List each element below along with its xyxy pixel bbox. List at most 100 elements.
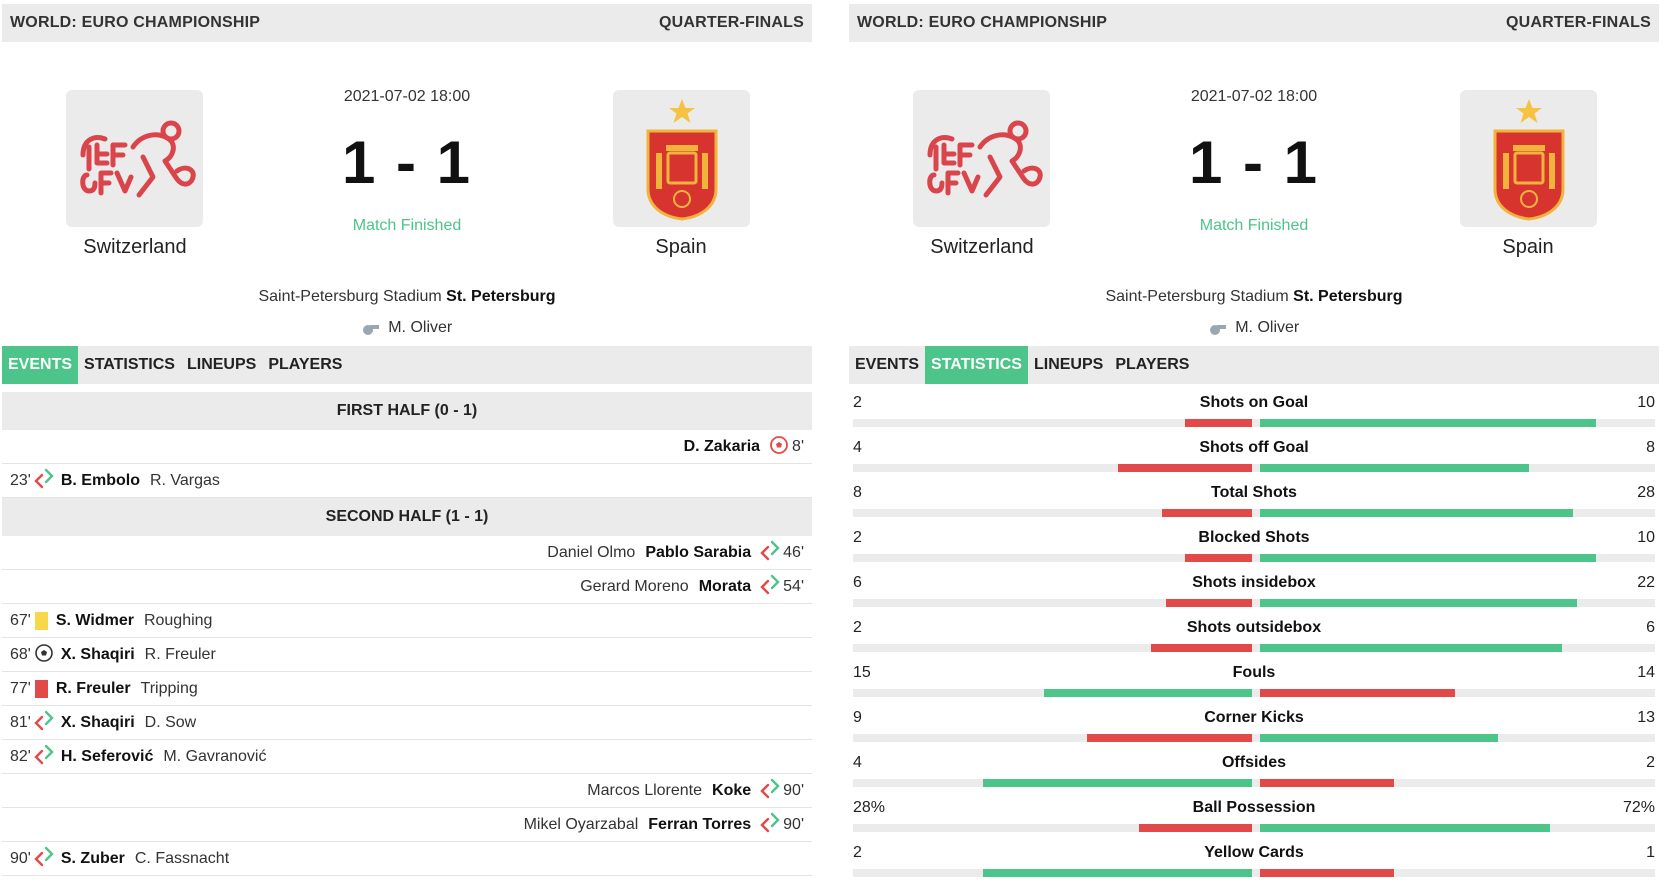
substitution-icon — [31, 467, 57, 494]
stat-name: Shots off Goal — [1199, 439, 1309, 456]
stat-bar-away — [1260, 554, 1596, 562]
stat-bar-home — [1139, 824, 1252, 832]
spain-rfef-crest-icon — [1493, 98, 1564, 221]
event-player: X. Shaqiri — [60, 645, 135, 663]
match-score: 1 - 1 — [1188, 129, 1320, 196]
stat-bar-home — [1184, 554, 1252, 562]
event-row[interactable]: Gerard Moreno Morata 54' — [2, 570, 812, 604]
competition-header: WORLD: EURO CHAMPIONSHIP QUARTER-FINALS — [2, 4, 812, 42]
event-detail: D. Sow — [144, 713, 197, 731]
event-player: Ferran Torres — [648, 815, 752, 833]
stat-away-value: 2 — [1646, 754, 1655, 771]
stat-bar-track — [853, 689, 1655, 697]
stat-name: Corner Kicks — [1204, 709, 1304, 726]
stat-row: 28% Ball Possession 72% — [849, 793, 1659, 838]
substitution-icon — [31, 709, 57, 736]
round-name: QUARTER-FINALS — [1505, 14, 1651, 31]
event-detail: Mikel Oyarzabal — [523, 815, 639, 833]
event-player: S. Zuber — [60, 849, 125, 867]
stat-name: Yellow Cards — [1204, 844, 1304, 861]
away-team-logo[interactable] — [1460, 90, 1597, 227]
away-team-name[interactable]: Spain — [1418, 236, 1638, 259]
event-player: D. Zakaria — [683, 437, 761, 455]
event-row[interactable]: Daniel Olmo Pablo Sarabia 46' — [2, 536, 812, 570]
event-row[interactable]: 77' R. Freuler Tripping — [2, 672, 812, 706]
stat-bar-home — [1165, 599, 1252, 607]
home-team-name[interactable]: Switzerland — [25, 236, 245, 259]
event-detail: C. Fassnacht — [134, 849, 230, 867]
stat-row: 4 Shots off Goal 8 — [849, 433, 1659, 478]
event-row[interactable]: Marcos Llorente Koke 90' — [2, 774, 812, 808]
stat-bar-track — [853, 734, 1655, 742]
stat-away-value: 72% — [1622, 799, 1655, 816]
match-status: Match Finished — [352, 217, 462, 234]
event-minute: 54' — [783, 577, 804, 595]
match-datetime: 2021-07-02 18:00 — [1190, 88, 1318, 105]
event-row[interactable]: 23' B. Embolo R. Vargas — [2, 464, 812, 498]
stat-name: Shots outsidebox — [1186, 619, 1322, 636]
stat-bar-away — [1260, 824, 1551, 832]
stat-row: 9 Corner Kicks 13 — [849, 703, 1659, 748]
spain-rfef-crest-icon — [646, 98, 717, 221]
stat-name: Ball Possession — [1192, 799, 1316, 816]
tab-statistics[interactable]: STATISTICS — [78, 346, 181, 384]
event-minute: 82' — [10, 747, 31, 765]
substitution-icon — [757, 777, 783, 804]
event-detail: Tripping — [140, 679, 198, 697]
event-detail: Roughing — [143, 611, 213, 629]
stat-bar-track — [853, 509, 1655, 517]
round-name: QUARTER-FINALS — [658, 14, 804, 31]
stat-bar-home — [1151, 644, 1252, 652]
competition-name: WORLD: EURO CHAMPIONSHIP — [10, 14, 261, 31]
away-team-logo[interactable] — [613, 90, 750, 227]
event-detail: Marcos Llorente — [587, 781, 703, 799]
tab-statistics[interactable]: STATISTICS — [925, 346, 1028, 384]
stat-bar-track — [853, 554, 1655, 562]
tab-lineups[interactable]: LINEUPS — [1028, 346, 1109, 384]
stat-name: Shots on Goal — [1199, 394, 1309, 411]
event-row[interactable]: Mikel Oyarzabal Ferran Torres 90' — [2, 808, 812, 842]
event-minute: 67' — [10, 611, 31, 629]
event-minute: 46' — [783, 543, 804, 561]
event-player: H. Seferović — [60, 747, 154, 765]
away-team-name[interactable]: Spain — [571, 236, 791, 259]
stat-bar-track — [853, 464, 1655, 472]
stat-bar-track — [853, 644, 1655, 652]
stat-bar-track — [853, 599, 1655, 607]
home-team-logo[interactable] — [66, 90, 203, 227]
stat-row: 2 Shots on Goal 10 — [849, 388, 1659, 433]
event-row[interactable]: 81' X. Shaqiri D. Sow — [2, 706, 812, 740]
stat-bar-home — [983, 869, 1252, 877]
substitution-icon — [31, 845, 57, 872]
stat-bar-away — [1260, 419, 1596, 427]
tab-events[interactable]: EVENTS — [849, 346, 925, 384]
whistle-icon — [1209, 324, 1226, 335]
event-row[interactable]: 68' X. Shaqiri R. Freuler — [2, 638, 812, 672]
tab-players[interactable]: PLAYERS — [1109, 346, 1195, 384]
event-player: S. Widmer — [55, 611, 134, 629]
stat-bar-home — [1162, 509, 1252, 517]
match-panel-events: WORLD: EURO CHAMPIONSHIP QUARTER-FINALS … — [0, 0, 814, 894]
match-score: 1 - 1 — [341, 129, 473, 196]
event-row[interactable]: 82' H. Seferović M. Gavranović — [2, 740, 812, 774]
tab-events[interactable]: EVENTS — [2, 346, 79, 384]
tab-lineups[interactable]: LINEUPS — [181, 346, 262, 384]
venue-city: St. Petersburg — [1293, 288, 1403, 305]
substitution-icon — [757, 573, 783, 600]
event-row[interactable]: 90' S. Zuber C. Fassnacht — [2, 842, 812, 876]
match-datetime: 2021-07-02 18:00 — [343, 88, 471, 105]
event-detail: R. Freuler — [144, 645, 216, 663]
match-panel-statistics: WORLD: EURO CHAMPIONSHIP QUARTER-FINALS … — [847, 0, 1661, 894]
stat-bar-home — [983, 779, 1252, 787]
stat-away-value: 13 — [1637, 709, 1655, 726]
event-row[interactable]: D. Zakaria 8' — [2, 430, 812, 464]
home-team-logo[interactable] — [913, 90, 1050, 227]
event-detail: Daniel Olmo — [547, 543, 636, 561]
stat-away-value: 8 — [1646, 439, 1655, 456]
stat-bar-track — [853, 869, 1655, 877]
home-team-name[interactable]: Switzerland — [872, 236, 1092, 259]
competition-header: WORLD: EURO CHAMPIONSHIP QUARTER-FINALS — [849, 4, 1659, 42]
tab-players[interactable]: PLAYERS — [262, 346, 348, 384]
match-referee: M. Oliver — [0, 319, 814, 337]
event-row[interactable]: 67' S. Widmer Roughing — [2, 604, 812, 638]
